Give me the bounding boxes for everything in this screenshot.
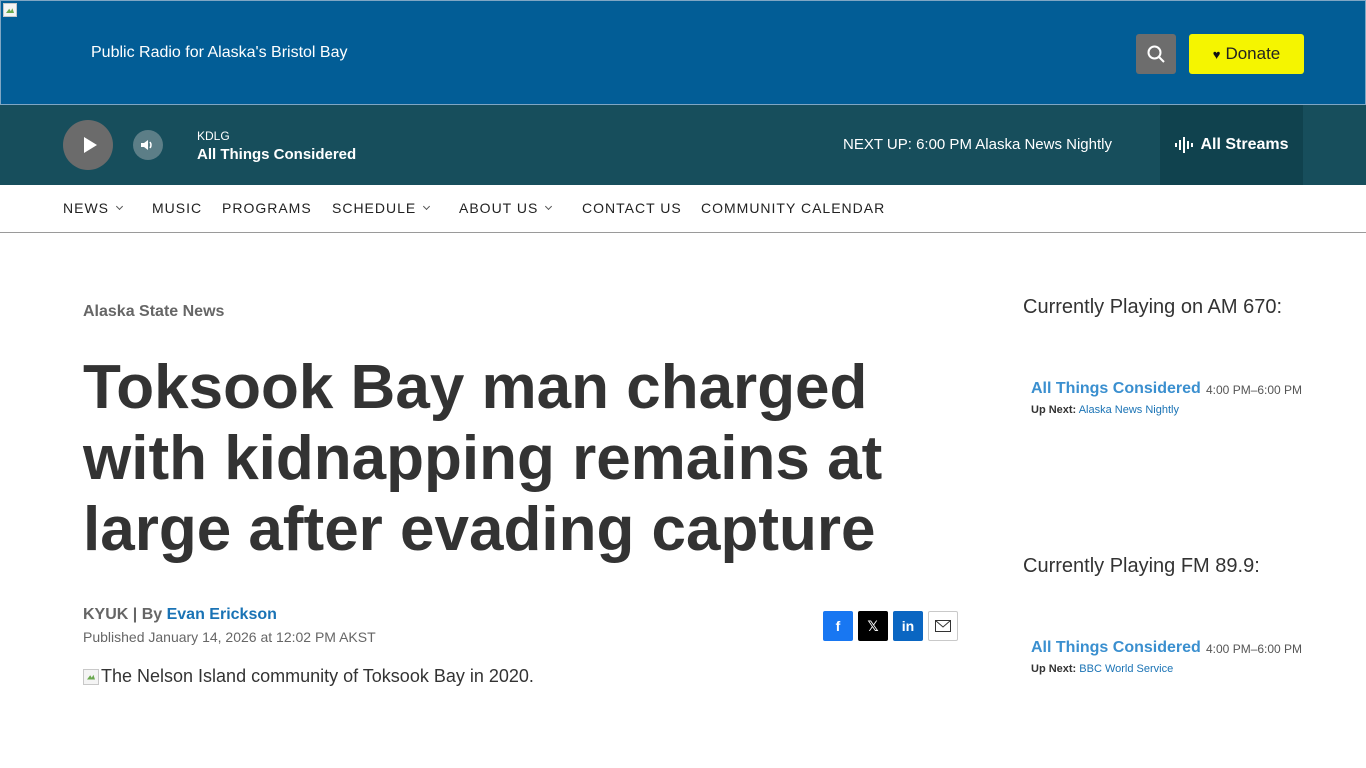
article-category-link[interactable]: Alaska State News [83, 303, 224, 321]
nav-item-label: COMMUNITY CALENDAR [701, 200, 886, 216]
broken-image-icon [3, 3, 19, 19]
facebook-icon: f [835, 618, 841, 634]
am-up-next: Up Next: Alaska News Nightly [1031, 404, 1179, 416]
nav-item-label: PROGRAMS [222, 200, 312, 216]
share-email-button[interactable] [928, 611, 958, 641]
station-name: KDLG [197, 129, 230, 143]
site-tagline: Public Radio for Alaska's Bristol Bay [91, 44, 348, 61]
chevron-down-icon [545, 202, 553, 211]
linkedin-icon: in [901, 618, 915, 634]
all-streams-button[interactable]: All Streams [1160, 105, 1303, 185]
all-streams-label: All Streams [1200, 136, 1289, 153]
up-next-label: Up Next: [1031, 404, 1077, 416]
am-now-playing-time: 4:00 PM–6:00 PM [1206, 383, 1303, 397]
volume-button[interactable] [133, 130, 163, 160]
nav-item-about-us[interactable]: ABOUT US [459, 200, 553, 216]
live-player-bar: KDLG All Things Considered NEXT UP: 6:00… [0, 105, 1366, 185]
article-byline: KYUK | By Evan Erickson [83, 606, 277, 624]
play-icon [83, 137, 97, 153]
site-header: Public Radio for Alaska's Bristol Bay ♥ … [0, 0, 1366, 105]
x-icon: 𝕏 [867, 617, 879, 634]
hero-image-alt: The Nelson Island community of Toksook B… [101, 666, 534, 686]
next-up-text: NEXT UP: 6:00 PM Alaska News Nightly [843, 136, 1112, 153]
byline-source: KYUK | By [83, 606, 167, 623]
share-facebook-button[interactable]: f [823, 611, 853, 641]
nav-item-label: CONTACT US [582, 200, 682, 216]
broken-image-icon [83, 668, 99, 685]
email-icon [935, 620, 951, 632]
main-nav: NEWS MUSIC PROGRAMS SCHEDULE ABOUT US CO… [0, 185, 1366, 233]
fm-now-playing-link[interactable]: All Things Considered [1031, 639, 1201, 657]
donate-label: Donate [1225, 44, 1281, 63]
am-up-next-link[interactable]: Alaska News Nightly [1079, 404, 1179, 416]
play-button[interactable] [63, 120, 113, 170]
article-headline: Toksook Bay man charged with kidnapping … [83, 353, 883, 564]
nav-item-label: MUSIC [152, 200, 203, 216]
nav-item-label: NEWS [63, 200, 109, 216]
chevron-down-icon [115, 202, 124, 211]
nav-item-community-calendar[interactable]: COMMUNITY CALENDAR [701, 200, 885, 216]
share-x-button[interactable]: 𝕏 [858, 611, 888, 641]
am-playing-heading: Currently Playing on AM 670: [1023, 296, 1283, 318]
nav-item-news[interactable]: NEWS [63, 200, 124, 216]
heart-icon: ♥ [1212, 46, 1221, 62]
current-show: All Things Considered [197, 146, 357, 163]
nav-item-schedule[interactable]: SCHEDULE [332, 200, 431, 216]
fm-now-playing-time: 4:00 PM–6:00 PM [1206, 642, 1303, 656]
nav-item-programs[interactable]: PROGRAMS [222, 200, 312, 216]
up-next-label: Up Next: [1031, 663, 1077, 675]
am-now-playing-link[interactable]: All Things Considered [1031, 380, 1201, 398]
fm-up-next-link[interactable]: BBC World Service [1079, 663, 1173, 675]
fm-up-next: Up Next: BBC World Service [1031, 663, 1173, 675]
nav-item-label: ABOUT US [459, 200, 539, 216]
nav-item-contact-us[interactable]: CONTACT US [582, 200, 682, 216]
donate-button[interactable]: ♥ Donate [1189, 34, 1304, 74]
fm-playing-heading: Currently Playing FM 89.9: [1023, 555, 1260, 577]
share-linkedin-button[interactable]: in [893, 611, 923, 641]
published-date: Published January 14, 2026 at 12:02 PM A… [83, 629, 376, 645]
speaker-icon [141, 140, 152, 150]
author-link[interactable]: Evan Erickson [167, 606, 277, 623]
audio-wave-icon [1175, 137, 1194, 153]
chevron-down-icon [423, 202, 431, 211]
search-icon [1147, 45, 1165, 63]
nav-item-label: SCHEDULE [332, 200, 417, 216]
nav-item-music[interactable]: MUSIC [152, 200, 202, 216]
search-button[interactable] [1136, 34, 1176, 74]
article-hero-image: The Nelson Island community of Toksook B… [83, 666, 534, 687]
